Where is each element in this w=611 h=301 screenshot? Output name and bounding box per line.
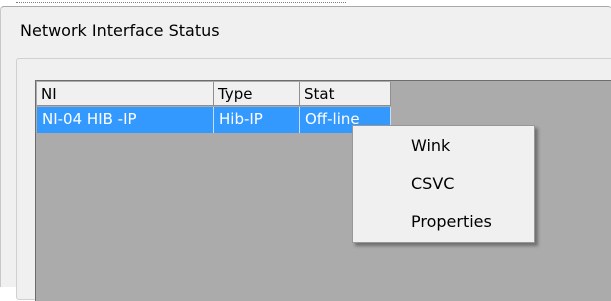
column-header-ni[interactable]: NI: [37, 82, 214, 106]
menu-item-wink[interactable]: Wink: [353, 130, 534, 162]
column-header-stat[interactable]: Stat: [300, 82, 391, 106]
table-row[interactable]: NI-04 HIB -IP Hib-IP Off-line: [37, 107, 391, 133]
list-header: NI Type Stat: [37, 82, 391, 107]
window-title: Network Interface Status: [20, 21, 220, 40]
context-menu: Wink CSVC Properties: [352, 125, 535, 243]
menu-item-properties[interactable]: Properties: [353, 206, 534, 238]
menu-item-csvc[interactable]: CSVC: [353, 168, 534, 200]
cell-type: Hib-IP: [214, 107, 300, 133]
column-header-type[interactable]: Type: [214, 82, 300, 106]
cell-ni: NI-04 HIB -IP: [37, 107, 214, 133]
